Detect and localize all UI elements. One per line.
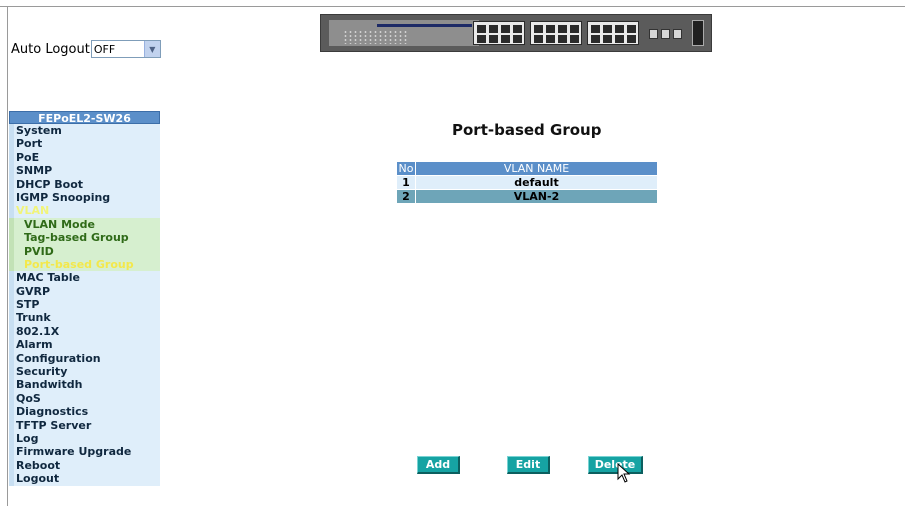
table-header-row: No VLAN NAME [396, 161, 658, 176]
auto-logout-label: Auto Logout [11, 41, 90, 57]
port-block-1 [473, 21, 525, 45]
sfp-port-1 [649, 29, 658, 39]
sidebar-item-tftp-server[interactable]: TFTP Server [9, 418, 160, 432]
sfp-port-2 [661, 29, 670, 39]
sidebar-item-tag-based-group[interactable]: Tag-based Group [9, 231, 160, 245]
dropdown-arrow-icon[interactable]: ▼ [143, 41, 160, 57]
frame-left-border [7, 6, 8, 506]
sidebar-item-vlan[interactable]: VLAN [9, 204, 160, 218]
sidebar-item-stp[interactable]: STP [9, 298, 160, 312]
sidebar-item-port-based-group[interactable]: Port-based Group [9, 257, 160, 272]
column-header-vlan-name: VLAN NAME [415, 161, 658, 176]
delete-button[interactable]: Delete [588, 456, 643, 474]
switch-led-panel [329, 20, 479, 46]
sidebar-item-system[interactable]: System [9, 124, 160, 138]
console-port [692, 20, 704, 46]
sidebar-item-bandwidth[interactable]: Bandwitdh [9, 378, 160, 392]
frame-top-border [0, 0, 905, 7]
switch-model-strip [377, 24, 472, 27]
sidebar-item-reboot[interactable]: Reboot [9, 458, 160, 473]
sidebar-item-vlan-mode[interactable]: VLAN Mode [9, 217, 160, 232]
sidebar-item-firmware-upgrade[interactable]: Firmware Upgrade [9, 445, 160, 459]
sidebar-item-dhcp-boot[interactable]: DHCP Boot [9, 177, 160, 191]
vlan-table: No VLAN NAME 1 default 2 VLAN-2 [396, 161, 658, 204]
sidebar-item-igmp-snooping[interactable]: IGMP Snooping [9, 190, 160, 205]
sidebar-item-mac-table[interactable]: MAC Table [9, 271, 160, 285]
port-block-3 [587, 21, 639, 45]
sidebar-item-log[interactable]: Log [9, 431, 160, 446]
sidebar-item-logout[interactable]: Logout [9, 472, 160, 486]
sidebar-item-poe[interactable]: PoE [9, 150, 160, 165]
sidebar-item-configuration[interactable]: Configuration [9, 351, 160, 366]
sidebar-item-diagnostics[interactable]: Diagnostics [9, 405, 160, 419]
sidebar-item-snmp[interactable]: SNMP [9, 164, 160, 178]
sidebar-item-security[interactable]: Security [9, 365, 160, 379]
table-cell-no: 1 [396, 175, 416, 190]
page-title: Port-based Group [452, 121, 602, 139]
auto-logout: Auto Logout OFF ▼ [11, 40, 161, 58]
table-row[interactable]: 1 default [396, 175, 658, 190]
table-cell-vlan-name: VLAN-2 [415, 189, 658, 204]
switch-panel-image [320, 14, 712, 52]
sidebar-item-pvid[interactable]: PVID [9, 244, 160, 258]
port-block-2 [530, 21, 582, 45]
sidebar-item-trunk[interactable]: Trunk [9, 311, 160, 325]
auto-logout-value: OFF [93, 42, 116, 56]
sfp-port-3 [673, 29, 682, 39]
table-row[interactable]: 2 VLAN-2 [396, 189, 658, 204]
sidebar-item-qos[interactable]: QoS [9, 391, 160, 406]
column-header-no: No [396, 161, 416, 176]
sidebar-menu: FEPoEL2-SW26 System Port PoE SNMP DHCP B… [9, 111, 160, 486]
table-cell-no: 2 [396, 189, 416, 204]
sidebar-item-alarm[interactable]: Alarm [9, 338, 160, 352]
sidebar-item-gvrp[interactable]: GVRP [9, 284, 160, 299]
mouse-cursor-icon [617, 463, 631, 483]
sidebar-item-802-1x[interactable]: 802.1X [9, 324, 160, 339]
switch-led-dots [343, 30, 409, 44]
sidebar-item-port[interactable]: Port [9, 137, 160, 151]
auto-logout-select[interactable]: OFF ▼ [90, 40, 161, 58]
add-button[interactable]: Add [417, 456, 460, 474]
edit-button[interactable]: Edit [507, 456, 550, 474]
table-cell-vlan-name: default [415, 175, 658, 190]
sidebar-title: FEPoEL2-SW26 [9, 111, 160, 125]
